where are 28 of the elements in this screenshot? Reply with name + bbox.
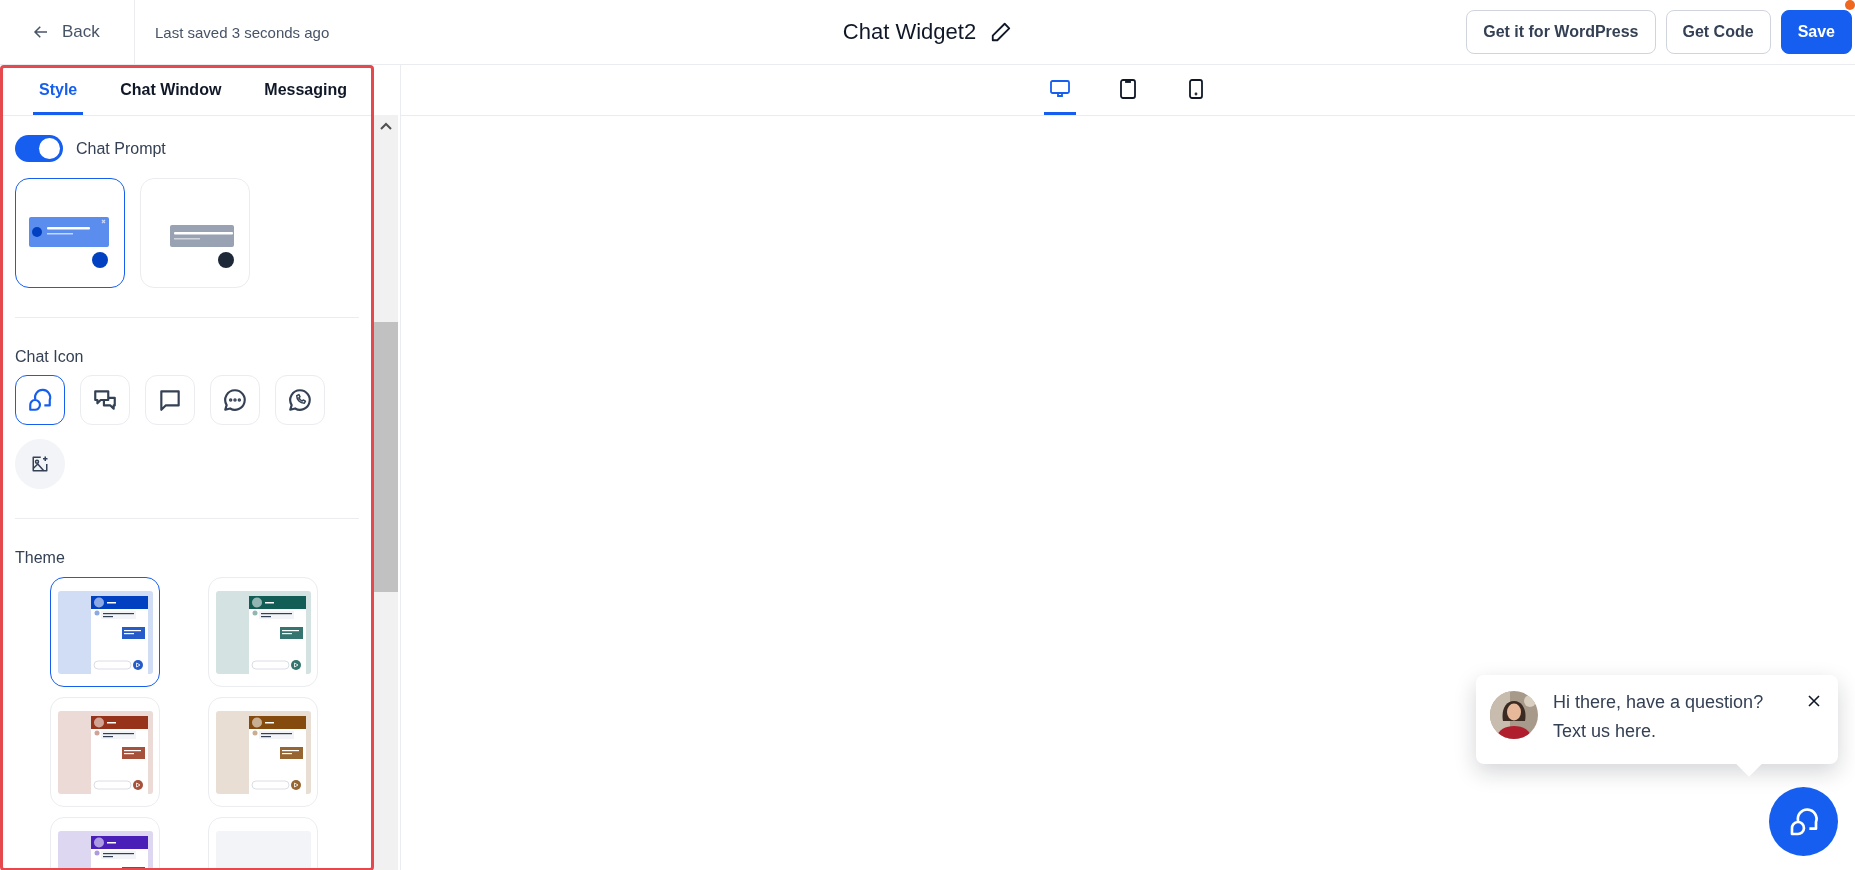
save-status: Last saved 3 seconds ago [155, 23, 330, 41]
save-button[interactable]: Save [1780, 10, 1852, 54]
add-image-icon [31, 455, 49, 473]
tab[interactable]: Chat Window [114, 68, 228, 115]
chat-dots-icon [222, 387, 248, 413]
phone-bubble-icon [287, 387, 313, 413]
toggle-label: Chat Prompt [76, 139, 166, 158]
chat-bubbles-icon [92, 387, 118, 413]
pencil-icon[interactable] [990, 21, 1013, 43]
section-title: Theme [15, 549, 66, 567]
scrollbar[interactable] [374, 115, 398, 870]
theme-option[interactable] [50, 577, 160, 687]
notification-dot [1845, 0, 1855, 10]
icon-option[interactable] [15, 375, 65, 425]
widget-title: Chat Widget2 [842, 19, 977, 45]
prompt-message: Hi there, have a question? Text us here. [1553, 691, 1765, 743]
tab[interactable]: Messaging [258, 68, 353, 115]
action-button[interactable]: Get it for WordPress [1466, 10, 1656, 54]
arrow-left-icon [32, 23, 50, 41]
prompt-style-option[interactable] [15, 178, 125, 288]
action-button[interactable]: Get Code [1665, 10, 1771, 54]
back-button[interactable]: Back [0, 0, 135, 64]
chat-bubbles-icon [27, 387, 53, 413]
section-title: Chat Icon [15, 348, 85, 366]
chat-bubble-icon [157, 387, 183, 413]
toggle-switch[interactable] [15, 135, 63, 162]
scroll-up-icon[interactable] [379, 121, 393, 131]
tab[interactable]: Style [33, 68, 84, 115]
